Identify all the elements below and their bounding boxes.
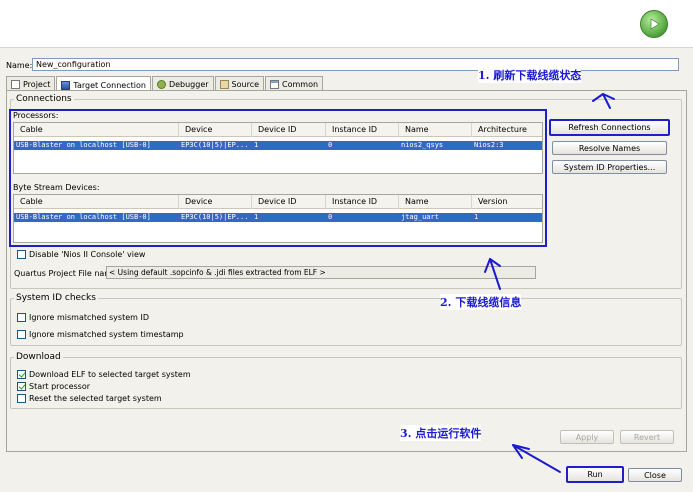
arrow-3 [512, 444, 561, 473]
annotation-run: 3. 点击运行软件 [400, 425, 482, 441]
annotation-arrows [484, 93, 615, 473]
arrow-2 [484, 258, 501, 290]
annotation-cable-info: 2. 下载线缆信息 [440, 294, 522, 310]
annotation-refresh: 1. 刷新下载线缆状态 [478, 67, 582, 83]
arrow-1 [592, 93, 615, 109]
